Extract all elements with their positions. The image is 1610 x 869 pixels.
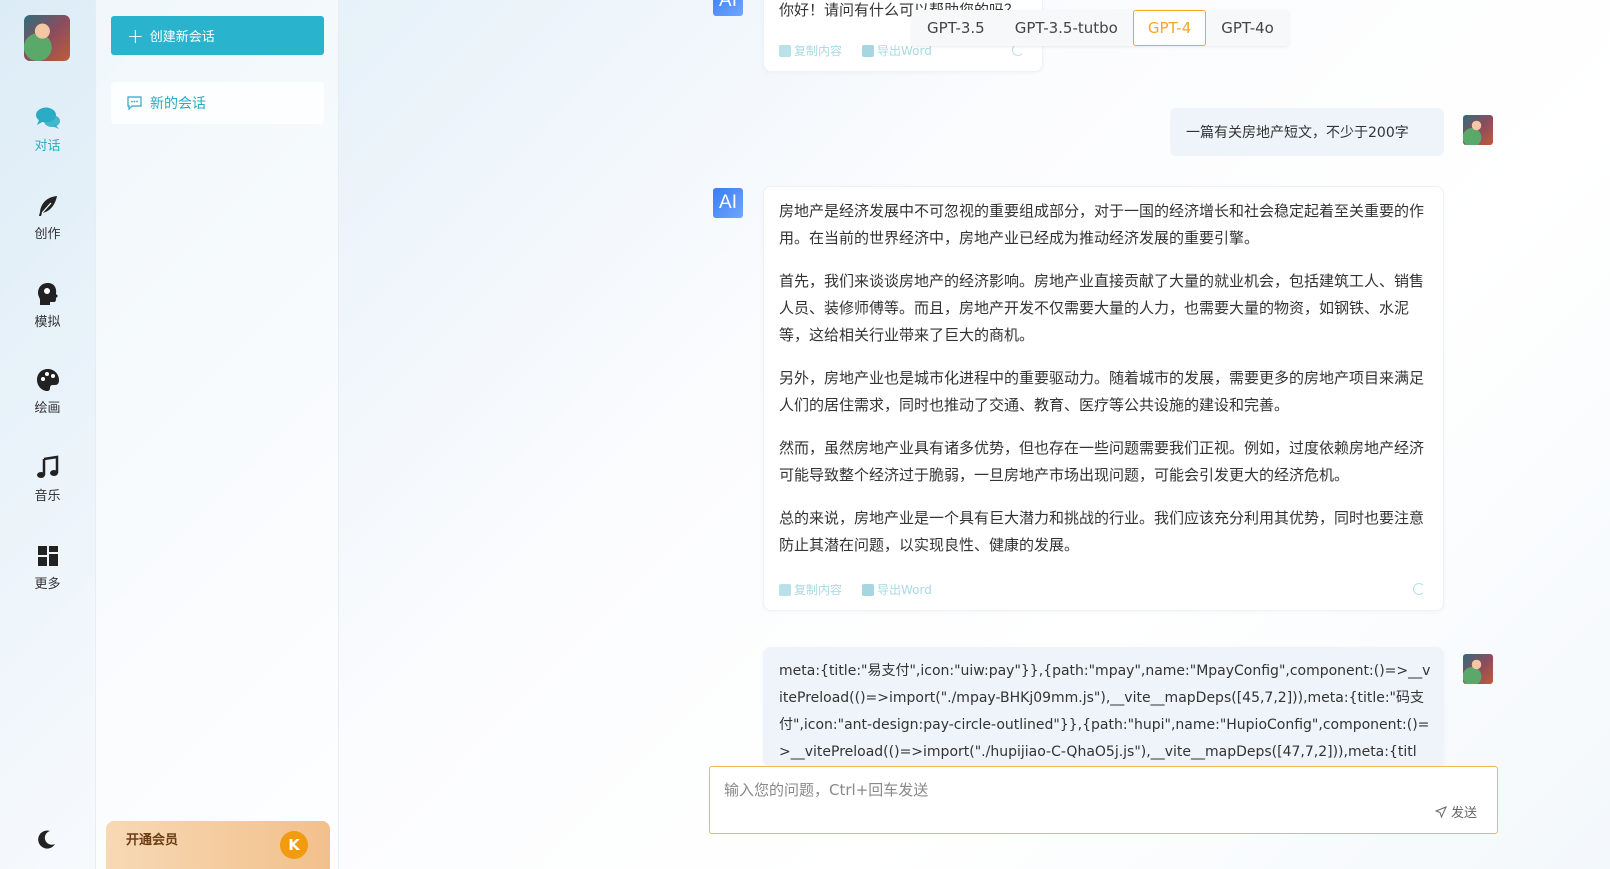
user-message-bubble: meta:{title:"易支付",icon:"uiw:pay"}},{path… xyxy=(763,647,1444,767)
user-message-text: meta:{title:"易支付",icon:"uiw:pay"}},{path… xyxy=(779,663,1431,760)
message-tools: 复制内容 导出Word xyxy=(779,42,932,59)
ai-paragraph: 然而，虽然房地产业具有诸多优势，但也存在一些问题需要我们正视。例如，过度依赖房地… xyxy=(779,439,1425,484)
model-selector: GPT-3.5 GPT-3.5-tutbo GPT-4 GPT-4o xyxy=(912,10,1289,46)
nav-item-chat[interactable]: 对话 xyxy=(0,105,95,165)
ai-message-card: 房地产是经济发展中不可忽视的重要组成部分，对于一国的经济增长和社会稳定起着至关重… xyxy=(763,186,1444,611)
nav-item-label: 绘画 xyxy=(34,401,61,416)
ai-message-body: 房地产是经济发展中不可忽视的重要组成部分，对于一国的经济增长和社会稳定起着至关重… xyxy=(779,198,1429,575)
nav-item-label: 模拟 xyxy=(34,315,61,330)
chat-input-box: 发送 xyxy=(709,766,1498,834)
head-icon xyxy=(37,283,58,305)
chat-icon xyxy=(35,107,60,129)
nav-item-label: 更多 xyxy=(34,577,61,592)
main-nav: 对话 创作 模拟 绘画 音乐 更多 xyxy=(0,0,95,869)
session-item[interactable]: 新的会话 xyxy=(111,82,324,124)
ai-avatar: AI xyxy=(713,188,743,218)
chat-input[interactable] xyxy=(710,767,1497,833)
copy-icon xyxy=(779,44,791,57)
create-session-button[interactable]: + 创建新会话 xyxy=(111,16,324,55)
export-word-button[interactable]: 导出Word xyxy=(862,581,932,598)
nav-item-label: 对话 xyxy=(34,139,61,154)
model-option[interactable]: GPT-3.5 xyxy=(912,10,1000,46)
coin-icon: K xyxy=(280,831,308,859)
model-option[interactable]: GPT-4 xyxy=(1132,10,1207,46)
send-button[interactable]: 发送 xyxy=(1434,802,1477,821)
ai-paragraph: 房地产是经济发展中不可忽视的重要组成部分，对于一国的经济增长和社会稳定起着至关重… xyxy=(779,202,1425,247)
user-message-bubble: 一篇有关房地产短文，不少于200字 xyxy=(1170,108,1444,156)
vip-banner[interactable]: 开通会员 K xyxy=(106,821,330,869)
session-label: 新的会话 xyxy=(150,96,206,112)
model-option[interactable]: GPT-3.5-tutbo xyxy=(1000,10,1133,46)
palette-icon xyxy=(36,369,59,391)
send-label: 发送 xyxy=(1450,806,1477,821)
ai-paragraph: 总的来说，房地产业是一个具有巨大潜力和挑战的行业。我们应该充分利用其优势，同时也… xyxy=(779,509,1425,554)
grid-icon xyxy=(37,546,58,566)
word-icon xyxy=(862,583,875,596)
ai-avatar: AI xyxy=(713,0,743,16)
copy-content-button[interactable]: 复制内容 xyxy=(779,42,842,59)
vip-label: 开通会员 xyxy=(126,833,179,848)
plus-icon: + xyxy=(127,23,144,48)
nav-item-label: 创作 xyxy=(34,227,61,242)
ai-paragraph: 另外，房地产业也是城市化进程中的重要驱动力。随着城市的发展，需要更多的房地产项目… xyxy=(779,369,1425,414)
send-icon xyxy=(1434,805,1447,818)
refresh-icon[interactable] xyxy=(1413,583,1425,595)
word-icon xyxy=(862,44,875,57)
session-sidebar: + 创建新会话 新的会话 开通会员 K xyxy=(95,0,339,869)
user-message-text: 一篇有关房地产短文，不少于200字 xyxy=(1186,125,1409,141)
nav-item-music[interactable]: 音乐 xyxy=(0,455,95,515)
user-message-avatar xyxy=(1463,654,1493,684)
nav-item-label: 音乐 xyxy=(34,489,61,504)
nav-item-create[interactable]: 创作 xyxy=(0,193,95,253)
copy-icon xyxy=(779,583,791,596)
create-session-label: 创建新会话 xyxy=(149,30,215,45)
copy-content-button[interactable]: 复制内容 xyxy=(779,581,842,598)
user-message-avatar xyxy=(1463,115,1493,145)
user-avatar[interactable] xyxy=(24,15,70,61)
model-option[interactable]: GPT-4o xyxy=(1206,10,1289,46)
nav-item-paint[interactable]: 绘画 xyxy=(0,367,95,427)
ai-paragraph: 首先，我们来谈谈房地产的经济影响。房地产业直接贡献了大量的就业机会，包括建筑工人… xyxy=(779,272,1425,344)
feather-icon xyxy=(38,196,57,216)
nav-item-simulate[interactable]: 模拟 xyxy=(0,281,95,341)
message-icon xyxy=(127,96,142,110)
nav-item-more[interactable]: 更多 xyxy=(0,543,95,603)
music-icon xyxy=(36,455,58,478)
message-tools: 复制内容 导出Word xyxy=(779,581,932,598)
moon-icon[interactable] xyxy=(36,828,58,850)
